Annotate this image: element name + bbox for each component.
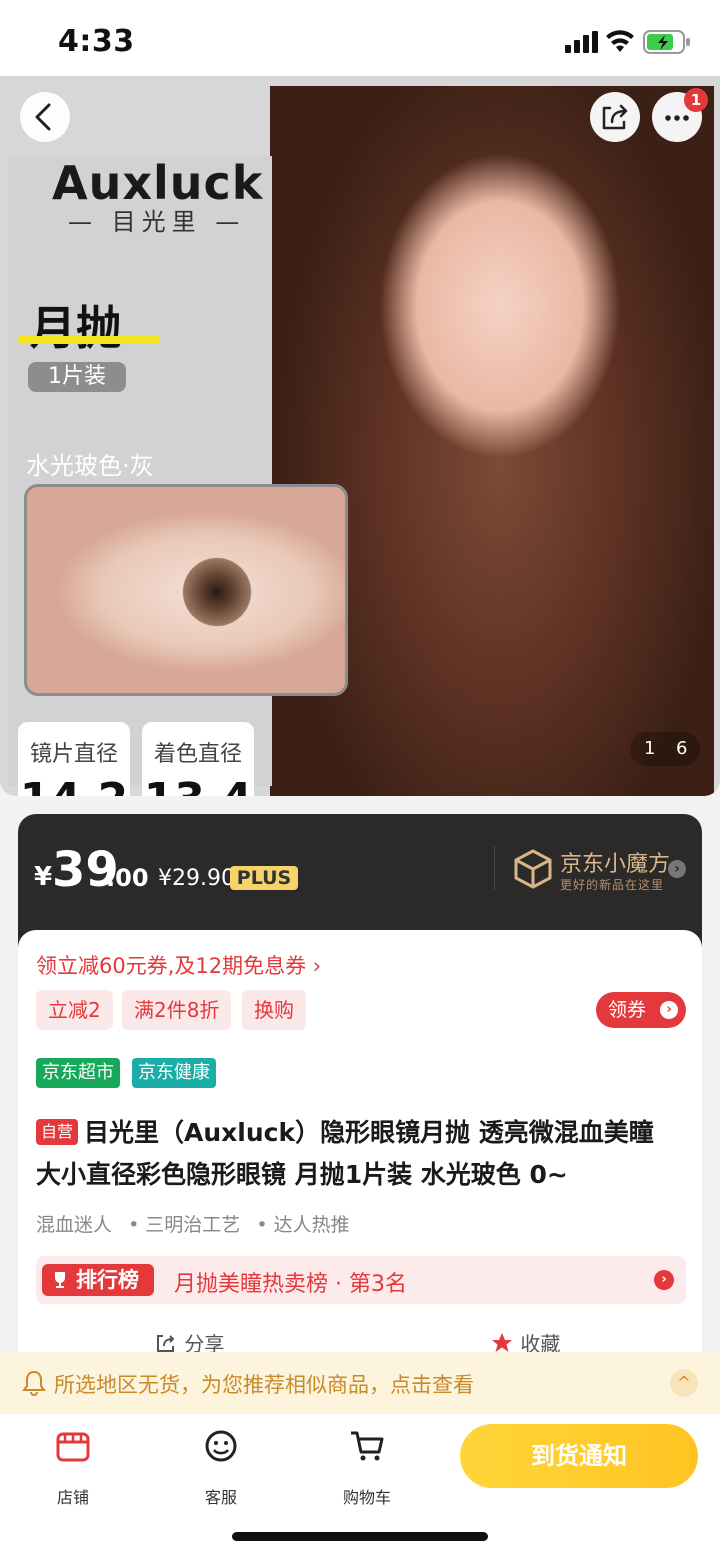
notification-badge: 1 xyxy=(684,88,708,112)
feature-item: 混血迷人 xyxy=(36,1214,113,1236)
promo-chip-discount[interactable]: 立减2 xyxy=(36,990,113,1030)
ranking-badge-label: 排行榜 xyxy=(76,1268,139,1292)
plus-badge: PLUS xyxy=(230,866,298,890)
chevron-right-icon[interactable]: › xyxy=(668,860,686,878)
cart-icon xyxy=(351,1431,384,1461)
stock-notice-bar[interactable]: 所选地区无货，为您推荐相似商品，点击查看 ^ xyxy=(0,1352,720,1414)
chevron-up-icon[interactable]: ^ xyxy=(670,1369,698,1397)
tag-jd-health[interactable]: 京东健康 xyxy=(132,1058,216,1088)
share-button[interactable] xyxy=(590,92,640,142)
pack-size: 1片装 xyxy=(28,362,126,392)
lens-diameter-label: 镜片直径 xyxy=(29,742,118,767)
stock-notice-text: 所选地区无货，为您推荐相似商品，点击查看 xyxy=(54,1373,474,1397)
promo-subtitle: 更好的新品在这里 xyxy=(560,878,665,892)
chevron-right-icon: › xyxy=(660,1001,678,1019)
share-icon xyxy=(602,104,628,130)
arrival-notify-button[interactable]: 到货通知 xyxy=(460,1424,698,1488)
home-indicator xyxy=(232,1532,488,1541)
product-title: 自营 目光里（Auxluck）隐形眼镜月抛 透亮微混血美瞳 大小直径彩色隐形眼镜 … xyxy=(36,1112,686,1196)
status-time: 4:33 xyxy=(58,24,135,59)
battery-icon xyxy=(643,30,690,54)
coupon-link[interactable]: 领立减60元券,及12期免息券 › xyxy=(36,950,321,980)
store-icon xyxy=(56,1432,90,1462)
cube-logo-icon xyxy=(514,849,552,889)
wifi-icon xyxy=(606,30,634,52)
customer-service-icon xyxy=(205,1430,237,1462)
color-diameter-label: 着色直径 xyxy=(153,742,242,767)
color-name: 水光玻色·灰 xyxy=(26,452,154,480)
store-label: 店铺 xyxy=(56,1488,89,1507)
cart-label: 购物车 xyxy=(342,1488,391,1507)
trophy-icon xyxy=(55,1272,65,1288)
chevron-right-icon: › xyxy=(654,1270,674,1290)
image-pager: 1 6 xyxy=(630,732,700,766)
service-label: 客服 xyxy=(204,1488,237,1507)
lens-diameter-value: 14.2 xyxy=(18,774,130,796)
product-title-text: 目光里（Auxluck）隐形眼镜月抛 透亮微混血美瞳 大小直径彩色隐形眼镜 月抛… xyxy=(36,1118,654,1189)
feature-list: 混血迷人 • 三明治工艺 • 达人热推 xyxy=(36,1210,360,1237)
get-coupon-button[interactable]: 领券 › xyxy=(596,992,686,1028)
pager-current: 1 xyxy=(644,738,656,759)
product-page: 4:33 Auxluck — 目光里 — 月抛 1片装 水光玻色·灰 镜片直径 … xyxy=(0,0,720,1558)
product-info-card: 领立减60元券,及12期免息券 › 立减2 满2件8折 换购 领券 › 京东超市… xyxy=(18,930,702,1360)
tag-jd-supermarket[interactable]: 京东超市 xyxy=(36,1058,120,1088)
pager-total: 6 xyxy=(676,738,688,759)
bell-icon xyxy=(22,1370,46,1396)
lens-type: 月抛 xyxy=(30,301,122,355)
store-nav[interactable]: 店铺 xyxy=(28,1428,118,1508)
cart-nav[interactable]: 购物车 xyxy=(322,1428,412,1508)
back-button[interactable] xyxy=(20,92,70,142)
color-diameter-value: 13.4 xyxy=(142,774,254,796)
promo-chip-exchange[interactable]: 换购 xyxy=(242,990,306,1030)
chevron-left-icon xyxy=(35,103,51,131)
ranking-text: 月抛美瞳热卖榜 · 第3名 xyxy=(174,1272,407,1297)
product-image-carousel[interactable]: Auxluck — 目光里 — 月抛 1片装 水光玻色·灰 镜片直径 14.2 … xyxy=(0,76,720,796)
get-coupon-label: 领券 xyxy=(608,999,647,1021)
feature-item: • 达人热推 xyxy=(256,1214,350,1236)
divider xyxy=(494,846,495,890)
lens-diameter-box: 镜片直径 14.2 xyxy=(18,722,130,796)
bottom-action-bar: 店铺 客服 购物车 到货通知 xyxy=(0,1414,720,1558)
ranking-bar[interactable]: 排行榜 月抛美瞳热卖榜 · 第3名 › xyxy=(36,1256,686,1304)
highlight-underline xyxy=(18,336,160,344)
feature-item: • 三明治工艺 xyxy=(128,1214,241,1236)
promo-title[interactable]: 京东小魔方 xyxy=(560,846,670,878)
plus-price: ¥29.90 xyxy=(158,866,235,891)
signal-icon xyxy=(565,31,598,53)
self-operated-tag: 自营 xyxy=(36,1119,79,1145)
status-bar: 4:33 xyxy=(0,0,720,78)
brand-subtitle: — 目光里 — xyxy=(68,208,246,236)
eye-closeup-image xyxy=(24,484,348,696)
product-info-overlay: Auxluck — 目光里 — 月抛 1片装 水光玻色·灰 镜片直径 14.2 … xyxy=(8,156,348,796)
price-decimal: .00 xyxy=(106,864,149,892)
promo-chip-bundle[interactable]: 满2件8折 xyxy=(122,990,232,1030)
currency-symbol: ¥ xyxy=(34,862,53,892)
color-diameter-box: 着色直径 13.4 xyxy=(142,722,254,796)
service-nav[interactable]: 客服 xyxy=(176,1428,266,1508)
